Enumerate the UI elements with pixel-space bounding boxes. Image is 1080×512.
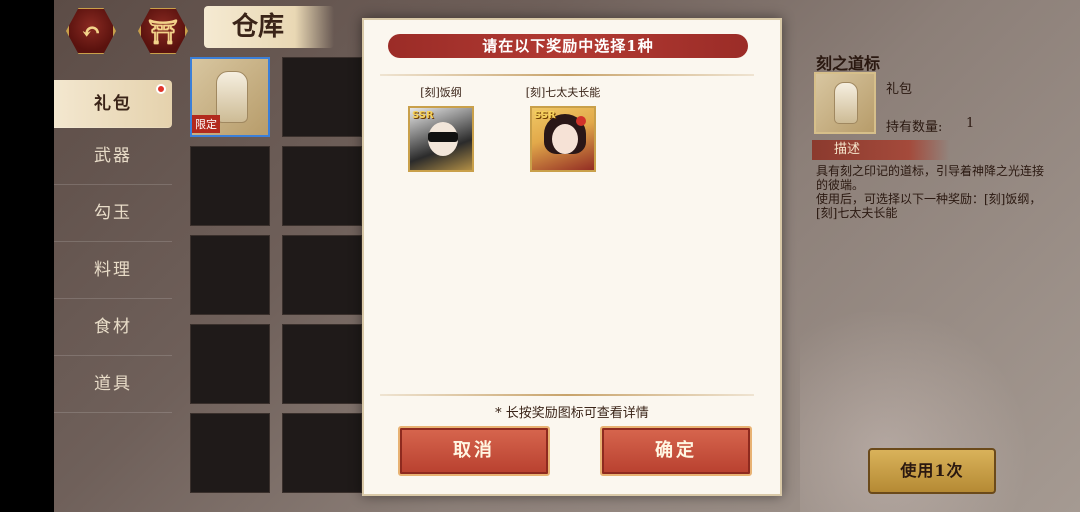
quantity-label: 持有数量: xyxy=(886,120,943,135)
item-detail-panel: 刻之道标 礼包 持有数量: 1 描述 具有刻之印记的道标，引导着神降之光连接的彼… xyxy=(800,0,1080,512)
reward-option[interactable]: [刻]七太夫长能 SSR xyxy=(508,84,618,172)
page-title: 仓库 xyxy=(204,6,334,48)
description-line: 具有刻之印记的道标，引导着神降之光连接的彼端。 xyxy=(816,164,1045,192)
tab-label: 勾玉 xyxy=(94,203,132,223)
torii-home-icon: ⛩ xyxy=(147,16,179,46)
reward-name: [刻]饭纲 xyxy=(420,86,462,99)
inventory-slot[interactable] xyxy=(282,57,362,137)
ssr-rarity-badge: SSR xyxy=(534,110,556,121)
portrait-mask xyxy=(428,132,458,142)
reward-portrait-icon[interactable]: SSR xyxy=(408,106,474,172)
inventory-slot[interactable] xyxy=(282,146,362,226)
inventory-slot[interactable] xyxy=(282,413,362,493)
reward-option[interactable]: [刻]饭纲 SSR xyxy=(386,84,496,172)
long-press-hint: * 长按奖励图标可查看详情 xyxy=(495,406,649,421)
tab-label: 食材 xyxy=(94,317,132,337)
confirm-button[interactable]: 确定 xyxy=(600,426,752,476)
waymark-token-icon xyxy=(216,71,248,123)
top-bar: ↶ ⛩ 仓库 xyxy=(54,0,354,60)
tab-weapons[interactable]: 武器 xyxy=(54,128,172,185)
tab-label: 道具 xyxy=(94,374,132,394)
tab-magatama[interactable]: 勾玉 xyxy=(54,185,172,242)
reward-portrait-icon[interactable]: SSR xyxy=(530,106,596,172)
limited-badge: 限定 xyxy=(192,115,220,133)
divider xyxy=(380,394,754,396)
tab-ingredients[interactable]: 食材 xyxy=(54,299,172,356)
item-type: 礼包 xyxy=(886,82,913,97)
description-line: 使用后，可选择以下一种奖励：[刻]饭纲，[刻]七太夫长能 xyxy=(816,192,1042,220)
item-title: 刻之道标 xyxy=(816,54,881,73)
tab-cuisine[interactable]: 料理 xyxy=(54,242,172,299)
inventory-slot[interactable] xyxy=(190,413,270,493)
back-button[interactable]: ↶ xyxy=(66,8,116,54)
tab-label: 料理 xyxy=(94,260,132,280)
use-once-button[interactable]: 使用1次 xyxy=(868,448,996,494)
description-text: 具有刻之印记的道标，引导着神降之光连接的彼端。 使用后，可选择以下一种奖励：[刻… xyxy=(816,164,1050,220)
inventory-slot[interactable] xyxy=(190,235,270,315)
description-heading: 描述 xyxy=(812,140,950,160)
reward-name: [刻]七太夫长能 xyxy=(525,86,601,99)
inventory-slot[interactable] xyxy=(282,324,362,404)
tab-gift-pack[interactable]: 礼包 xyxy=(54,80,172,128)
divider xyxy=(380,74,754,76)
inventory-slot-selected[interactable]: 限定 xyxy=(190,57,270,137)
letterbox xyxy=(0,0,54,512)
inventory-slot[interactable] xyxy=(190,146,270,226)
tab-label: 武器 xyxy=(94,146,132,166)
tab-label: 礼包 xyxy=(94,94,132,114)
dialog-title: 请在以下奖励中选择1种 xyxy=(388,34,748,58)
inventory-slot[interactable] xyxy=(282,235,362,315)
portrait-flower xyxy=(576,116,586,126)
portrait-face xyxy=(552,124,578,154)
home-button[interactable]: ⛩ xyxy=(138,8,188,54)
notification-dot xyxy=(156,84,166,94)
waymark-token-icon xyxy=(834,82,858,124)
back-arrow-icon: ↶ xyxy=(80,16,102,46)
inventory-slot[interactable] xyxy=(190,324,270,404)
cancel-button[interactable]: 取消 xyxy=(398,426,550,476)
quantity-value: 1 xyxy=(966,116,975,131)
ssr-rarity-badge: SSR xyxy=(412,110,434,121)
warehouse-screen: ↶ ⛩ 仓库 礼包 武器 勾玉 料理 食材 道具 限定 刻之道标 礼包 持有数量… xyxy=(0,0,1080,512)
item-icon xyxy=(814,72,876,134)
tab-props[interactable]: 道具 xyxy=(54,356,172,413)
reward-select-dialog: 请在以下奖励中选择1种 [刻]饭纲 SSR [刻]七太夫长能 SSR * 长按奖… xyxy=(362,18,782,496)
category-sidebar: 礼包 武器 勾玉 料理 食材 道具 xyxy=(54,80,172,413)
